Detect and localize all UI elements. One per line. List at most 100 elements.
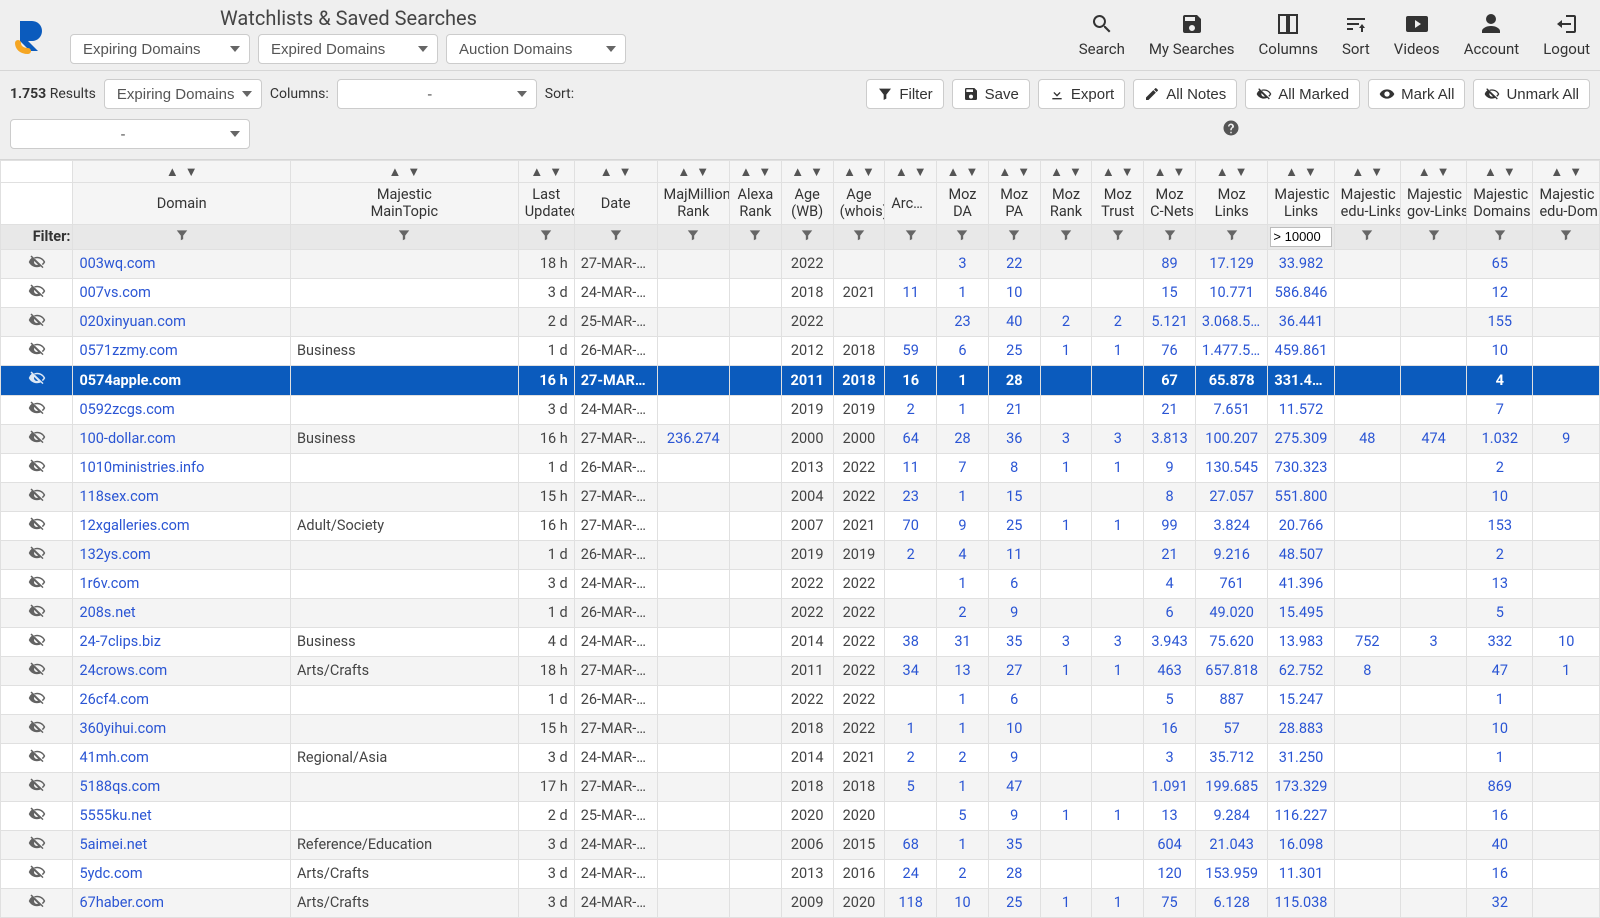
table-row[interactable]: 100-dollar.comBusiness16 h27-MAR-23236.2… (1, 424, 1600, 453)
save-button[interactable]: Save (952, 79, 1030, 109)
filter-mozlinks-icon[interactable] (1225, 228, 1239, 242)
domain-link[interactable]: 360yihui.com (79, 720, 166, 737)
table-row[interactable]: 0574apple.com16 h27-MAR-2320112018161286… (1, 365, 1600, 395)
sort-mozda[interactable]: ▲▼ (947, 166, 979, 179)
table-row[interactable]: 132ys.com1 d26-MAR-23201920192411219.216… (1, 540, 1600, 569)
domain-link[interactable]: 100-dollar.com (79, 430, 175, 447)
filter-agewb-icon[interactable] (800, 228, 814, 242)
filter-mozda-icon[interactable] (955, 228, 969, 242)
hide-row-icon[interactable] (28, 573, 46, 591)
header-select-1[interactable]: Expired Domains (258, 34, 438, 64)
sort-mozlinks[interactable]: ▲▼ (1216, 166, 1248, 179)
domain-link[interactable]: 5ydc.com (79, 865, 142, 882)
hide-row-icon[interactable] (28, 515, 46, 533)
filter-majdom-icon[interactable] (1493, 228, 1507, 242)
table-row[interactable]: 12xgalleries.comAdult/Society16 h27-MAR-… (1, 511, 1600, 540)
header-select-2[interactable]: Auction Domains (446, 34, 626, 64)
table-row[interactable]: 5188qs.com17 h27-MAR-232018201851471.091… (1, 772, 1600, 801)
export-button[interactable]: Export (1038, 79, 1125, 109)
hide-row-icon[interactable] (28, 399, 46, 417)
videos-button[interactable]: Videos (1394, 12, 1440, 58)
sort-mmr[interactable]: ▲▼ (677, 166, 709, 179)
filter-archive-icon[interactable] (904, 228, 918, 242)
sort-button[interactable]: Sort (1342, 12, 1370, 58)
filter-date-icon[interactable] (609, 228, 623, 242)
domain-link[interactable]: 26cf4.com (79, 691, 148, 708)
sort-majdom[interactable]: ▲▼ (1484, 166, 1516, 179)
table-row[interactable]: 24-7clips.bizBusiness4 d24-MAR-232014202… (1, 627, 1600, 656)
domain-link[interactable]: 007vs.com (79, 284, 150, 301)
table-row[interactable]: 360yihui.com15 h27-MAR-23201820221110165… (1, 714, 1600, 743)
table-row[interactable]: 007vs.com3 d24-MAR-2320182021111101510.7… (1, 278, 1600, 307)
domain-link[interactable]: 5aimei.net (79, 836, 147, 853)
table-row[interactable]: 5ydc.comArts/Crafts3 d24-MAR-23201320162… (1, 859, 1600, 888)
markall-button[interactable]: Mark All (1368, 79, 1465, 109)
table-row[interactable]: 118sex.com15 h27-MAR-232004202223115827.… (1, 482, 1600, 511)
filter-mozcnets-icon[interactable] (1163, 228, 1177, 242)
hide-row-icon[interactable] (28, 340, 46, 358)
search-button[interactable]: Search (1079, 12, 1125, 58)
hide-row-icon[interactable] (28, 689, 46, 707)
hide-row-icon[interactable] (28, 747, 46, 765)
hide-row-icon[interactable] (28, 253, 46, 271)
table-row[interactable]: 5555ku.net2 d25-MAR-23202020205911139.28… (1, 801, 1600, 830)
sort-majlinks[interactable]: ▲▼ (1285, 166, 1317, 179)
mysearches-button[interactable]: My Searches (1149, 12, 1235, 58)
hide-row-icon[interactable] (28, 282, 46, 300)
domain-link[interactable]: 67haber.com (79, 894, 163, 911)
domain-link[interactable]: 132ys.com (79, 546, 150, 563)
table-row[interactable]: 003wq.com18 h27-MAR-2320223228917.12933.… (1, 249, 1600, 278)
table-row[interactable]: 26cf4.com1 d26-MAR-232022202216588715.24… (1, 685, 1600, 714)
filter-majgov-icon[interactable] (1427, 228, 1441, 242)
hide-row-icon[interactable] (28, 805, 46, 823)
hide-row-icon[interactable] (28, 660, 46, 678)
filter-agewho-icon[interactable] (852, 228, 866, 242)
filter-mozpa-icon[interactable] (1007, 228, 1021, 242)
sort-updated[interactable]: ▲▼ (530, 166, 562, 179)
sort-archive[interactable]: ▲▼ (895, 166, 927, 179)
sort-majedudom[interactable]: ▲▼ (1550, 166, 1582, 179)
hide-row-icon[interactable] (28, 776, 46, 794)
domain-link[interactable]: 0592zcgs.com (79, 401, 174, 418)
sort-mozpa[interactable]: ▲▼ (998, 166, 1030, 179)
hide-row-icon[interactable] (28, 863, 46, 881)
hide-row-icon[interactable] (28, 718, 46, 736)
domain-link[interactable]: 5555ku.net (79, 807, 151, 824)
help-icon[interactable] (1222, 119, 1240, 149)
hide-row-icon[interactable] (28, 457, 46, 475)
table-row[interactable]: 020xinyuan.com2 d25-MAR-2320222340225.12… (1, 307, 1600, 336)
allnotes-button[interactable]: All Notes (1133, 79, 1237, 109)
allmarked-button[interactable]: All Marked (1245, 79, 1360, 109)
table-row[interactable]: 0592zcgs.com3 d24-MAR-23201920192121217.… (1, 395, 1600, 424)
domain-link[interactable]: 003wq.com (79, 255, 155, 272)
columns-select[interactable]: - (337, 79, 537, 109)
table-row[interactable]: 0571zzmy.comBusiness1 d26-MAR-2320122018… (1, 336, 1600, 365)
domain-link[interactable]: 208s.net (79, 604, 135, 621)
domain-link[interactable]: 1010ministries.info (79, 459, 204, 476)
account-button[interactable]: Account (1464, 12, 1520, 58)
filter-topic-icon[interactable] (397, 228, 411, 242)
domain-link[interactable]: 24crows.com (79, 662, 167, 679)
sort-majgov[interactable]: ▲▼ (1418, 166, 1450, 179)
hide-row-icon[interactable] (28, 602, 46, 620)
table-row[interactable]: 1010ministries.info1 d26-MAR-23201320221… (1, 453, 1600, 482)
sort-topic[interactable]: ▲▼ (388, 166, 420, 179)
sort-mozrank[interactable]: ▲▼ (1050, 166, 1082, 179)
table-row[interactable]: 208s.net1 d26-MAR-232022202229649.02015.… (1, 598, 1600, 627)
sort-majedu[interactable]: ▲▼ (1351, 166, 1383, 179)
unmarkall-button[interactable]: Unmark All (1473, 79, 1590, 109)
filter-button[interactable]: Filter (866, 79, 943, 109)
hide-row-icon[interactable] (28, 428, 46, 446)
domain-link[interactable]: 24-7clips.biz (79, 633, 160, 650)
filter-mmr-icon[interactable] (686, 228, 700, 242)
sort-alexa[interactable]: ▲▼ (740, 166, 772, 179)
sort-moztrust[interactable]: ▲▼ (1102, 166, 1134, 179)
hide-row-icon[interactable] (28, 486, 46, 504)
table-row[interactable]: 67haber.comArts/Crafts3 d24-MAR-23200920… (1, 888, 1600, 917)
filter-moztrust-icon[interactable] (1111, 228, 1125, 242)
logout-button[interactable]: Logout (1543, 12, 1590, 58)
filter-mozrank-icon[interactable] (1059, 228, 1073, 242)
domain-link[interactable]: 020xinyuan.com (79, 313, 185, 330)
filter-majedudom-icon[interactable] (1559, 228, 1573, 242)
domain-link[interactable]: 1r6v.com (79, 575, 139, 592)
